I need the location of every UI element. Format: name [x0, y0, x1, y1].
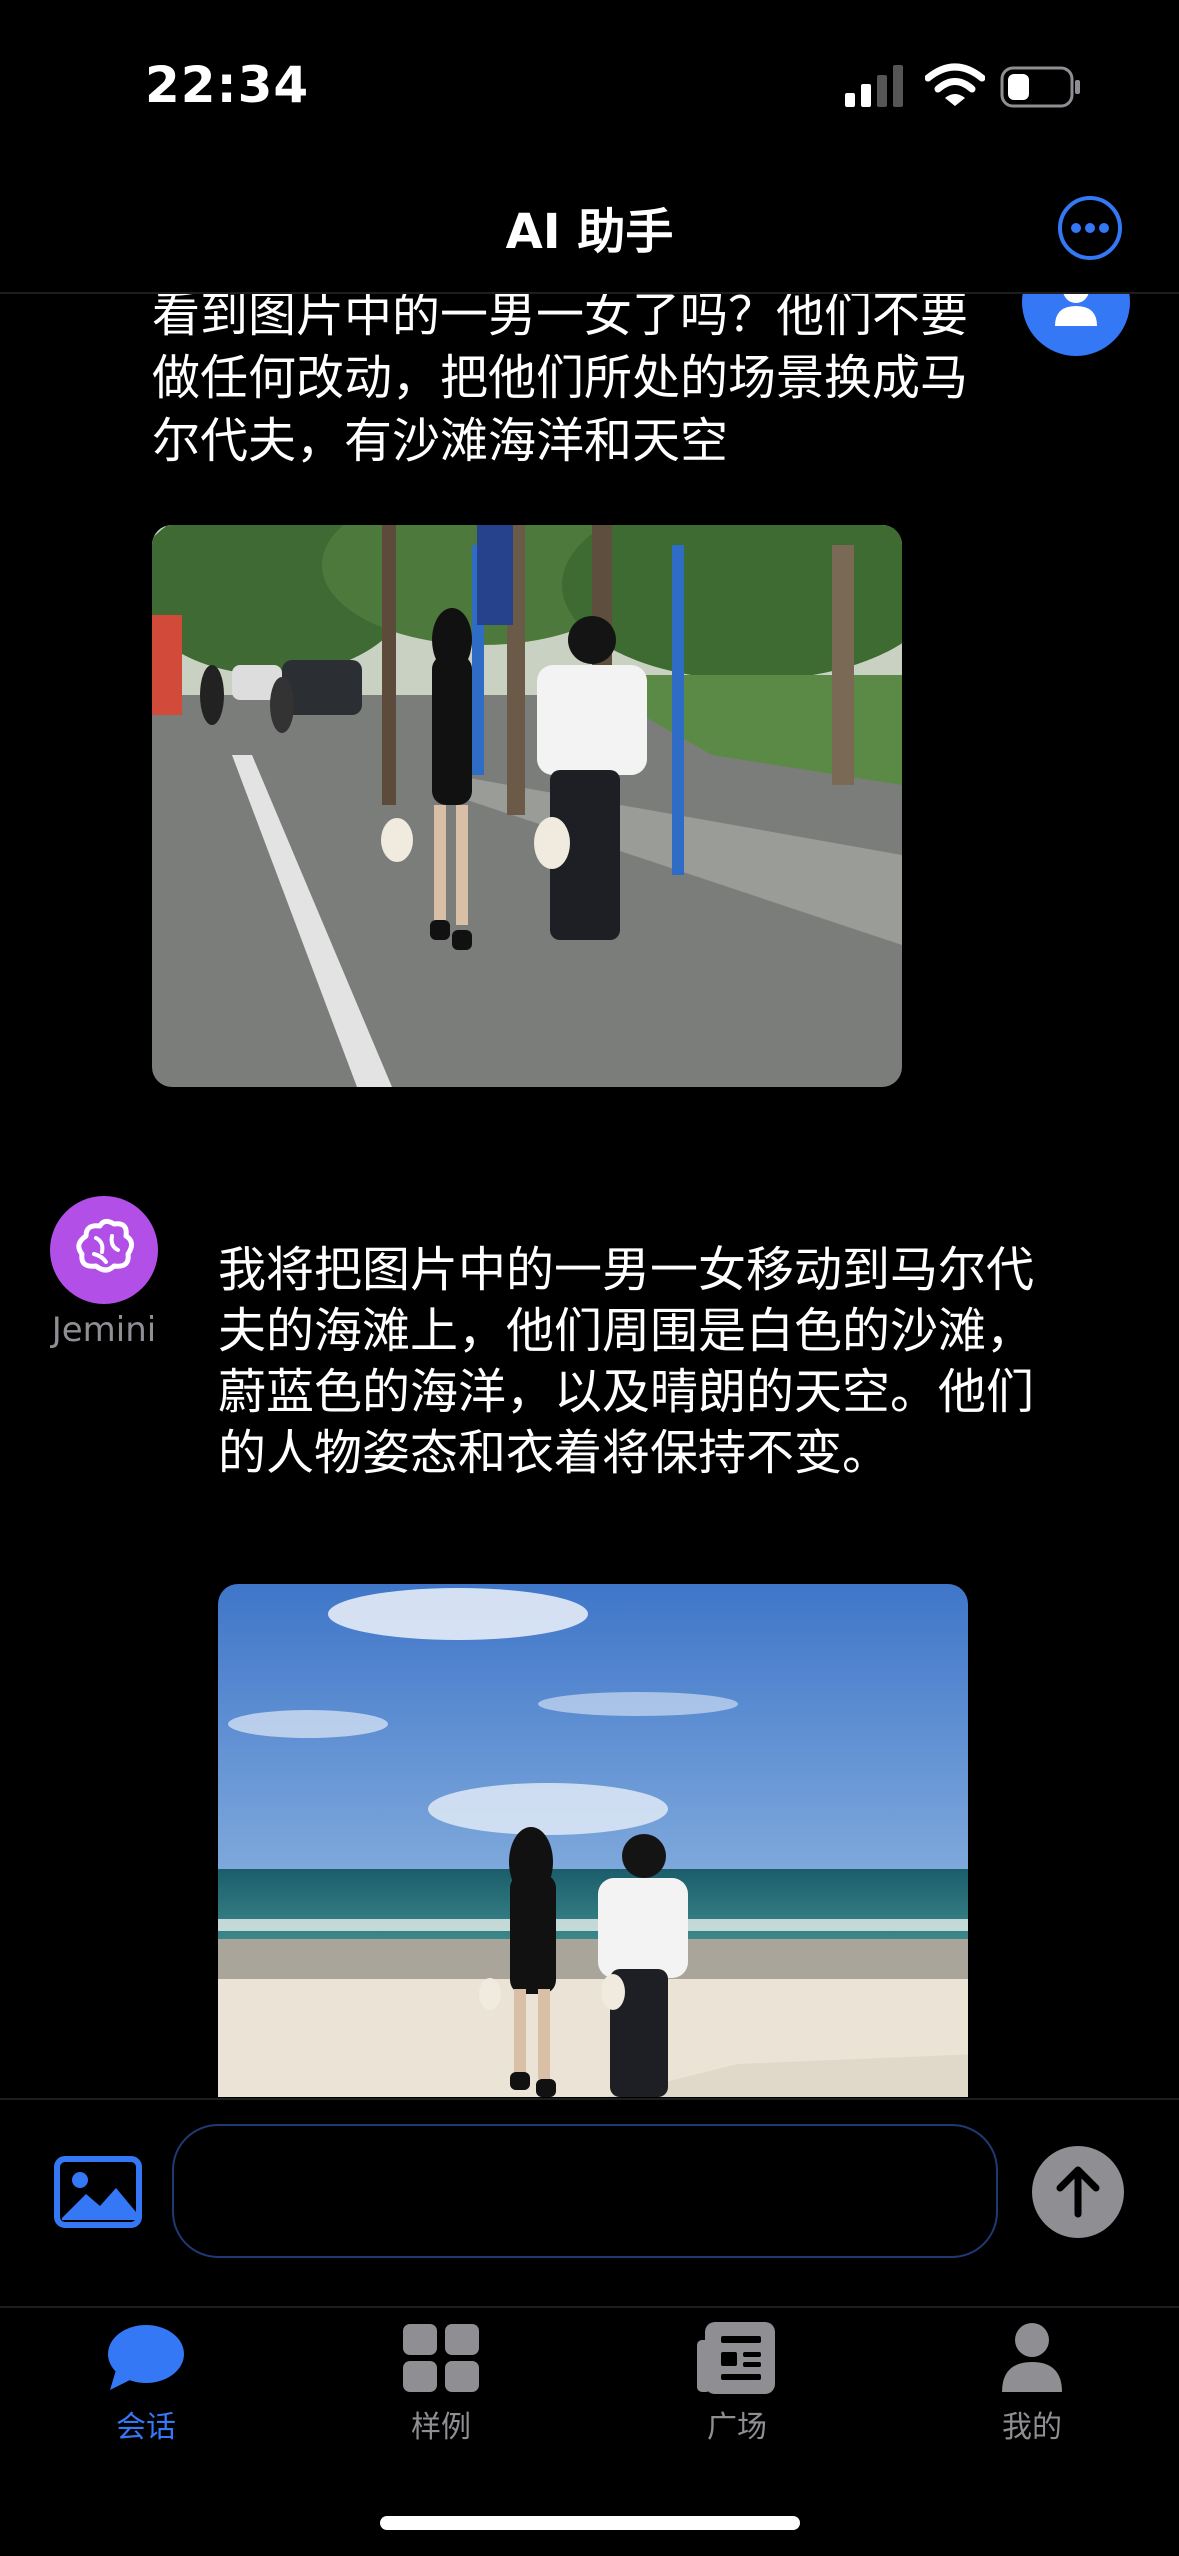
tab-examples[interactable]: 样例 — [351, 2322, 531, 2452]
user-message-text: 看到图片中的一男一女了吗？他们不要做任何改动，把他们所处的场景换成马尔代夫，有沙… — [152, 287, 969, 469]
tab-label: 会话 — [116, 2410, 176, 2445]
status-time: 22:34 — [145, 56, 310, 114]
home-indicator — [380, 2516, 800, 2530]
tab-profile[interactable]: 我的 — [942, 2322, 1122, 2452]
bot-message-text: 我将把图片中的一男一女移动到马尔代夫的海滩上，他们周围是白色的沙滩，蔚蓝色的海洋… — [218, 1242, 1035, 1481]
tab-label: 广场 — [707, 2410, 767, 2445]
person-icon — [1002, 2323, 1062, 2392]
more-options-icon[interactable] — [1057, 195, 1123, 261]
tab-plaza[interactable]: 广场 — [647, 2322, 827, 2452]
generated-beach-photo[interactable] — [218, 1584, 968, 2097]
user-avatar-icon — [1022, 294, 1130, 356]
send-button[interactable] — [1032, 2146, 1124, 2238]
nav-divider — [0, 292, 1179, 294]
user-uploaded-photo[interactable] — [152, 525, 902, 1087]
grid-icon — [403, 2324, 479, 2392]
tab-bar-divider — [0, 2306, 1179, 2308]
wifi-icon — [925, 63, 985, 106]
cellular-signal-icon — [845, 65, 903, 107]
chat-scroll-area[interactable]: 看到图片中的一男一女了吗？他们不要做任何改动，把他们所处的场景换成马尔代夫，有沙… — [0, 287, 1179, 2097]
bot-name: Jemini — [51, 1310, 157, 1350]
tab-label: 样例 — [411, 2410, 471, 2445]
battery-icon — [1000, 66, 1080, 108]
tab-conversation[interactable]: 会话 — [56, 2322, 236, 2452]
arrow-up-icon — [1056, 2166, 1100, 2218]
brain-icon — [76, 1218, 134, 1273]
chat-bubble-icon — [108, 2325, 184, 2390]
newspaper-icon — [697, 2322, 775, 2394]
message-input[interactable] — [172, 2124, 998, 2258]
tab-label: 我的 — [1002, 2410, 1062, 2445]
page-title: AI 助手 — [505, 204, 674, 260]
image-picker-icon[interactable] — [54, 2156, 142, 2228]
input-divider — [0, 2098, 1179, 2100]
bot-avatar — [50, 1196, 158, 1304]
